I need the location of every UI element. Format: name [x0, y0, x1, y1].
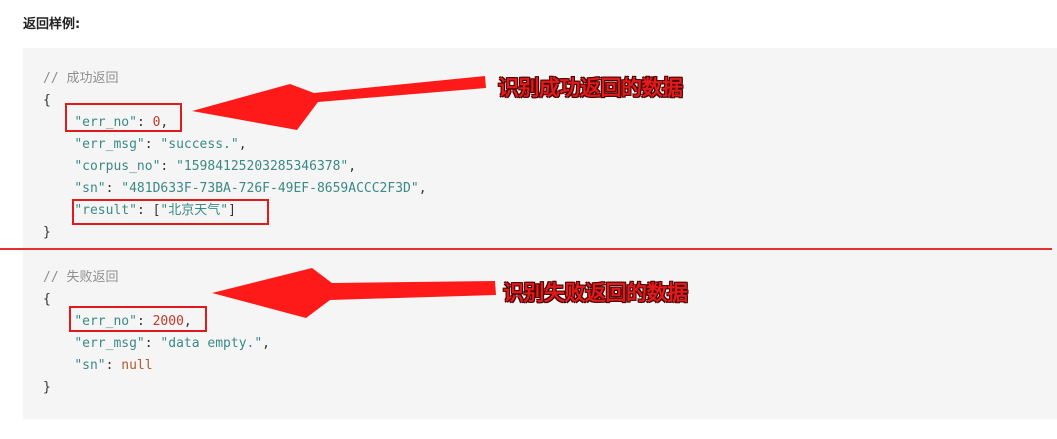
success-arrow-icon [192, 76, 486, 130]
failure-arrow-icon [212, 268, 496, 318]
annotation-arrows [192, 76, 496, 318]
failure-annotation-label: 识别失败返回的数据 [503, 281, 688, 305]
success-annotation-label: 识别成功返回的数据 [498, 76, 683, 100]
